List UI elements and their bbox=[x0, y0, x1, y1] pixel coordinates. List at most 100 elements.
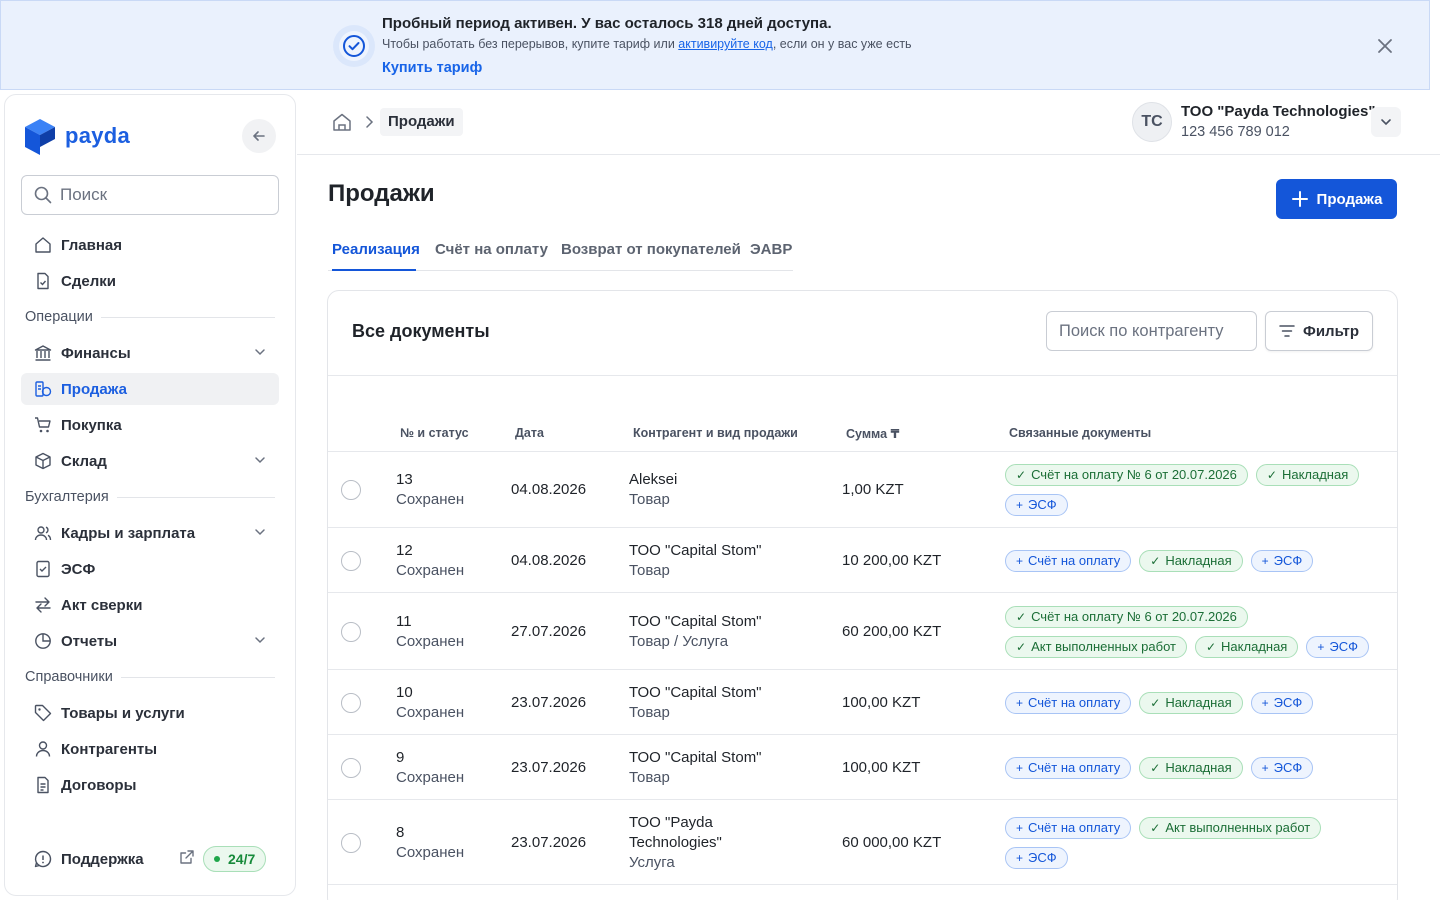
row-counterparty[interactable]: ТОО "Capital Stom" Товар bbox=[629, 748, 829, 788]
sidebar-item-finance[interactable]: Финансы bbox=[21, 337, 279, 369]
linked-doc-tag[interactable]: ✓ Счёт на оплату № 6 от 20.07.2026 bbox=[1005, 463, 1248, 486]
linked-doc-tag[interactable]: ✓ Акт выполненных работ bbox=[1005, 635, 1187, 658]
documents-card: Все документы Фильтр № и статус Дата Кон… bbox=[327, 290, 1398, 900]
row-select-radio[interactable] bbox=[341, 757, 361, 778]
counterparty-name: ТОО "Capital Stom" bbox=[629, 748, 762, 766]
create-doc-tag[interactable]: + Счёт на оплату bbox=[1005, 756, 1132, 779]
create-doc-tag[interactable]: + ЭСФ bbox=[1250, 549, 1314, 572]
row-select-radio[interactable] bbox=[341, 832, 361, 853]
table-row[interactable]: 10 Сохранен 23.07.2026 ТОО "Capital Stom" То… bbox=[328, 670, 1397, 735]
arrow-left-icon bbox=[253, 131, 265, 141]
collapse-sidebar-button[interactable] bbox=[242, 119, 276, 153]
sidebar-item-reconciliation[interactable]: Акт сверки bbox=[21, 589, 279, 621]
column-header-counterparty[interactable]: Контрагент и вид продажи bbox=[633, 426, 798, 440]
row-amount: 60 000,00 KZT bbox=[842, 833, 942, 851]
organization-menu-button[interactable] bbox=[1371, 107, 1401, 137]
create-doc-tag[interactable]: + ЭСФ bbox=[1306, 635, 1369, 658]
create-doc-tag[interactable]: + ЭСФ bbox=[1005, 846, 1068, 869]
table-row[interactable]: 13 Сохранен 04.08.2026 Aleksei Товар 1,00 KZT… bbox=[328, 451, 1397, 528]
close-icon[interactable] bbox=[1374, 35, 1396, 57]
filter-button[interactable]: Фильтр bbox=[1265, 311, 1373, 351]
column-header-amount[interactable]: Сумма ₸ bbox=[846, 426, 899, 441]
sidebar-item-label: Сделки bbox=[61, 272, 116, 290]
sidebar-item-purchase[interactable]: Покупка bbox=[21, 409, 279, 441]
column-header-number[interactable]: № и статус bbox=[400, 426, 469, 440]
linked-doc-tag[interactable]: ✓ Накладная bbox=[1139, 691, 1243, 714]
check-icon: ✓ bbox=[1150, 553, 1161, 568]
bank-icon bbox=[33, 343, 53, 363]
filter-label: Фильтр bbox=[1303, 322, 1359, 340]
tag-label: Накладная bbox=[1221, 639, 1288, 654]
tab-realization[interactable]: Реализация bbox=[332, 241, 420, 258]
tab-eavr[interactable]: ЭАВР bbox=[750, 241, 792, 258]
organization-bin: 123 456 789 012 bbox=[1181, 124, 1290, 140]
row-select-radio[interactable] bbox=[341, 692, 361, 713]
linked-doc-tag[interactable]: ✓ Накладная bbox=[1255, 463, 1360, 486]
sidebar-item-counterparties[interactable]: Контрагенты bbox=[21, 733, 279, 765]
sidebar-item-hr[interactable]: Кадры и зарплата bbox=[21, 517, 279, 549]
sidebar-search-input[interactable] bbox=[60, 185, 260, 205]
add-sale-button[interactable]: Продажа bbox=[1276, 179, 1397, 219]
linked-documents: ✓ Счёт на оплату № 6 от 20.07.2026 ✓ Наклад… bbox=[1005, 463, 1385, 516]
linked-doc-tag[interactable]: ✓ Накладная bbox=[1139, 756, 1243, 779]
check-icon: ✓ bbox=[1205, 639, 1217, 654]
buy-plan-link[interactable]: Купить тариф bbox=[382, 60, 482, 76]
create-doc-tag[interactable]: + ЭСФ bbox=[1250, 756, 1314, 779]
sidebar-search[interactable] bbox=[21, 175, 279, 215]
row-counterparty[interactable]: ТОО "Capital Stom" Товар / Услуга bbox=[629, 612, 829, 652]
check-circle-icon bbox=[333, 25, 375, 67]
row-amount: 100,00 KZT bbox=[842, 758, 921, 776]
row-date: 23.07.2026 bbox=[511, 758, 587, 776]
linked-documents: + Счёт на оплату ✓ Накладная + ЭСФ bbox=[1005, 691, 1385, 714]
row-counterparty[interactable]: Aleksei Товар bbox=[629, 470, 829, 510]
check-icon: ✓ bbox=[1150, 760, 1161, 775]
row-select-radio[interactable] bbox=[341, 550, 361, 571]
tag-label: ЭСФ bbox=[1329, 639, 1358, 654]
section-accounting: Бухгалтерия bbox=[25, 489, 275, 505]
counterparty-name: ТОО "Capital Stom" bbox=[629, 683, 762, 701]
sidebar-item-contracts[interactable]: Договоры bbox=[21, 769, 279, 801]
external-link-icon[interactable] bbox=[179, 849, 195, 865]
sidebar-item-warehouse[interactable]: Склад bbox=[21, 445, 279, 477]
column-header-date[interactable]: Дата bbox=[515, 426, 544, 440]
row-counterparty[interactable]: ТОО "Capital Stom" Товар bbox=[629, 683, 829, 723]
activate-code-link[interactable]: активируйте код bbox=[678, 37, 773, 51]
counterparty-search-input[interactable] bbox=[1059, 321, 1249, 341]
row-counterparty[interactable]: ТОО "Payda Technologies" Услуга bbox=[629, 813, 749, 873]
sidebar-item-esf[interactable]: ЭСФ bbox=[21, 553, 279, 585]
row-date: 04.08.2026 bbox=[511, 480, 587, 498]
tab-returns[interactable]: Возврат от покупателей bbox=[561, 241, 741, 258]
avatar[interactable]: TC bbox=[1132, 102, 1172, 142]
row-select-radio[interactable] bbox=[341, 479, 361, 500]
row-date: 04.08.2026 bbox=[511, 551, 587, 569]
linked-doc-tag[interactable]: ✓ Счёт на оплату № 6 от 20.07.2026 bbox=[1005, 605, 1248, 628]
create-doc-tag[interactable]: + ЭСФ bbox=[1250, 691, 1314, 714]
sidebar-item-products[interactable]: Товары и услуги bbox=[21, 697, 279, 729]
sidebar-item-support[interactable]: Поддержка 24/7 bbox=[21, 843, 279, 875]
logo[interactable]: payda bbox=[25, 115, 130, 157]
linked-doc-tag[interactable]: ✓ Накладная bbox=[1139, 549, 1243, 572]
tab-invoice[interactable]: Счёт на оплату bbox=[435, 241, 548, 258]
create-doc-tag[interactable]: + ЭСФ bbox=[1005, 493, 1068, 516]
plus-icon: + bbox=[1016, 760, 1024, 775]
row-counterparty[interactable]: ТОО "Capital Stom" Товар bbox=[629, 541, 829, 581]
sidebar-item-reports[interactable]: Отчеты bbox=[21, 625, 279, 657]
create-doc-tag[interactable]: + Счёт на оплату bbox=[1005, 691, 1132, 714]
table-row[interactable]: 11 Сохранен 27.07.2026 ТОО "Capital Stom" То… bbox=[328, 593, 1397, 670]
row-select-radio[interactable] bbox=[341, 621, 361, 642]
linked-documents: ✓ Счёт на оплату № 6 от 20.07.2026 ✓ Акт вы… bbox=[1005, 605, 1385, 658]
table-row[interactable]: 12 Сохранен 04.08.2026 ТОО "Capital Stom" То… bbox=[328, 528, 1397, 593]
table-row[interactable]: 8 Сохранен 23.07.2026 ТОО "Payda Technologi… bbox=[328, 800, 1397, 885]
counterparty-search[interactable] bbox=[1046, 311, 1257, 351]
chevron-down-icon bbox=[255, 349, 265, 356]
create-doc-tag[interactable]: + Счёт на оплату bbox=[1005, 816, 1132, 839]
sidebar-item-home[interactable]: Главная bbox=[21, 229, 279, 261]
home-icon[interactable] bbox=[332, 112, 352, 132]
sidebar-item-sales[interactable]: Продажа bbox=[21, 373, 279, 405]
create-doc-tag[interactable]: + Счёт на оплату bbox=[1005, 549, 1132, 572]
linked-doc-tag[interactable]: ✓ Акт выполненных работ bbox=[1139, 816, 1322, 839]
row-number-status: 8 Сохранен bbox=[396, 823, 464, 863]
table-row[interactable]: 9 Сохранен 23.07.2026 ТОО "Capital Stom" Тов… bbox=[328, 735, 1397, 800]
linked-doc-tag[interactable]: ✓ Накладная bbox=[1194, 635, 1299, 658]
sidebar-item-deals[interactable]: Сделки bbox=[21, 265, 279, 297]
